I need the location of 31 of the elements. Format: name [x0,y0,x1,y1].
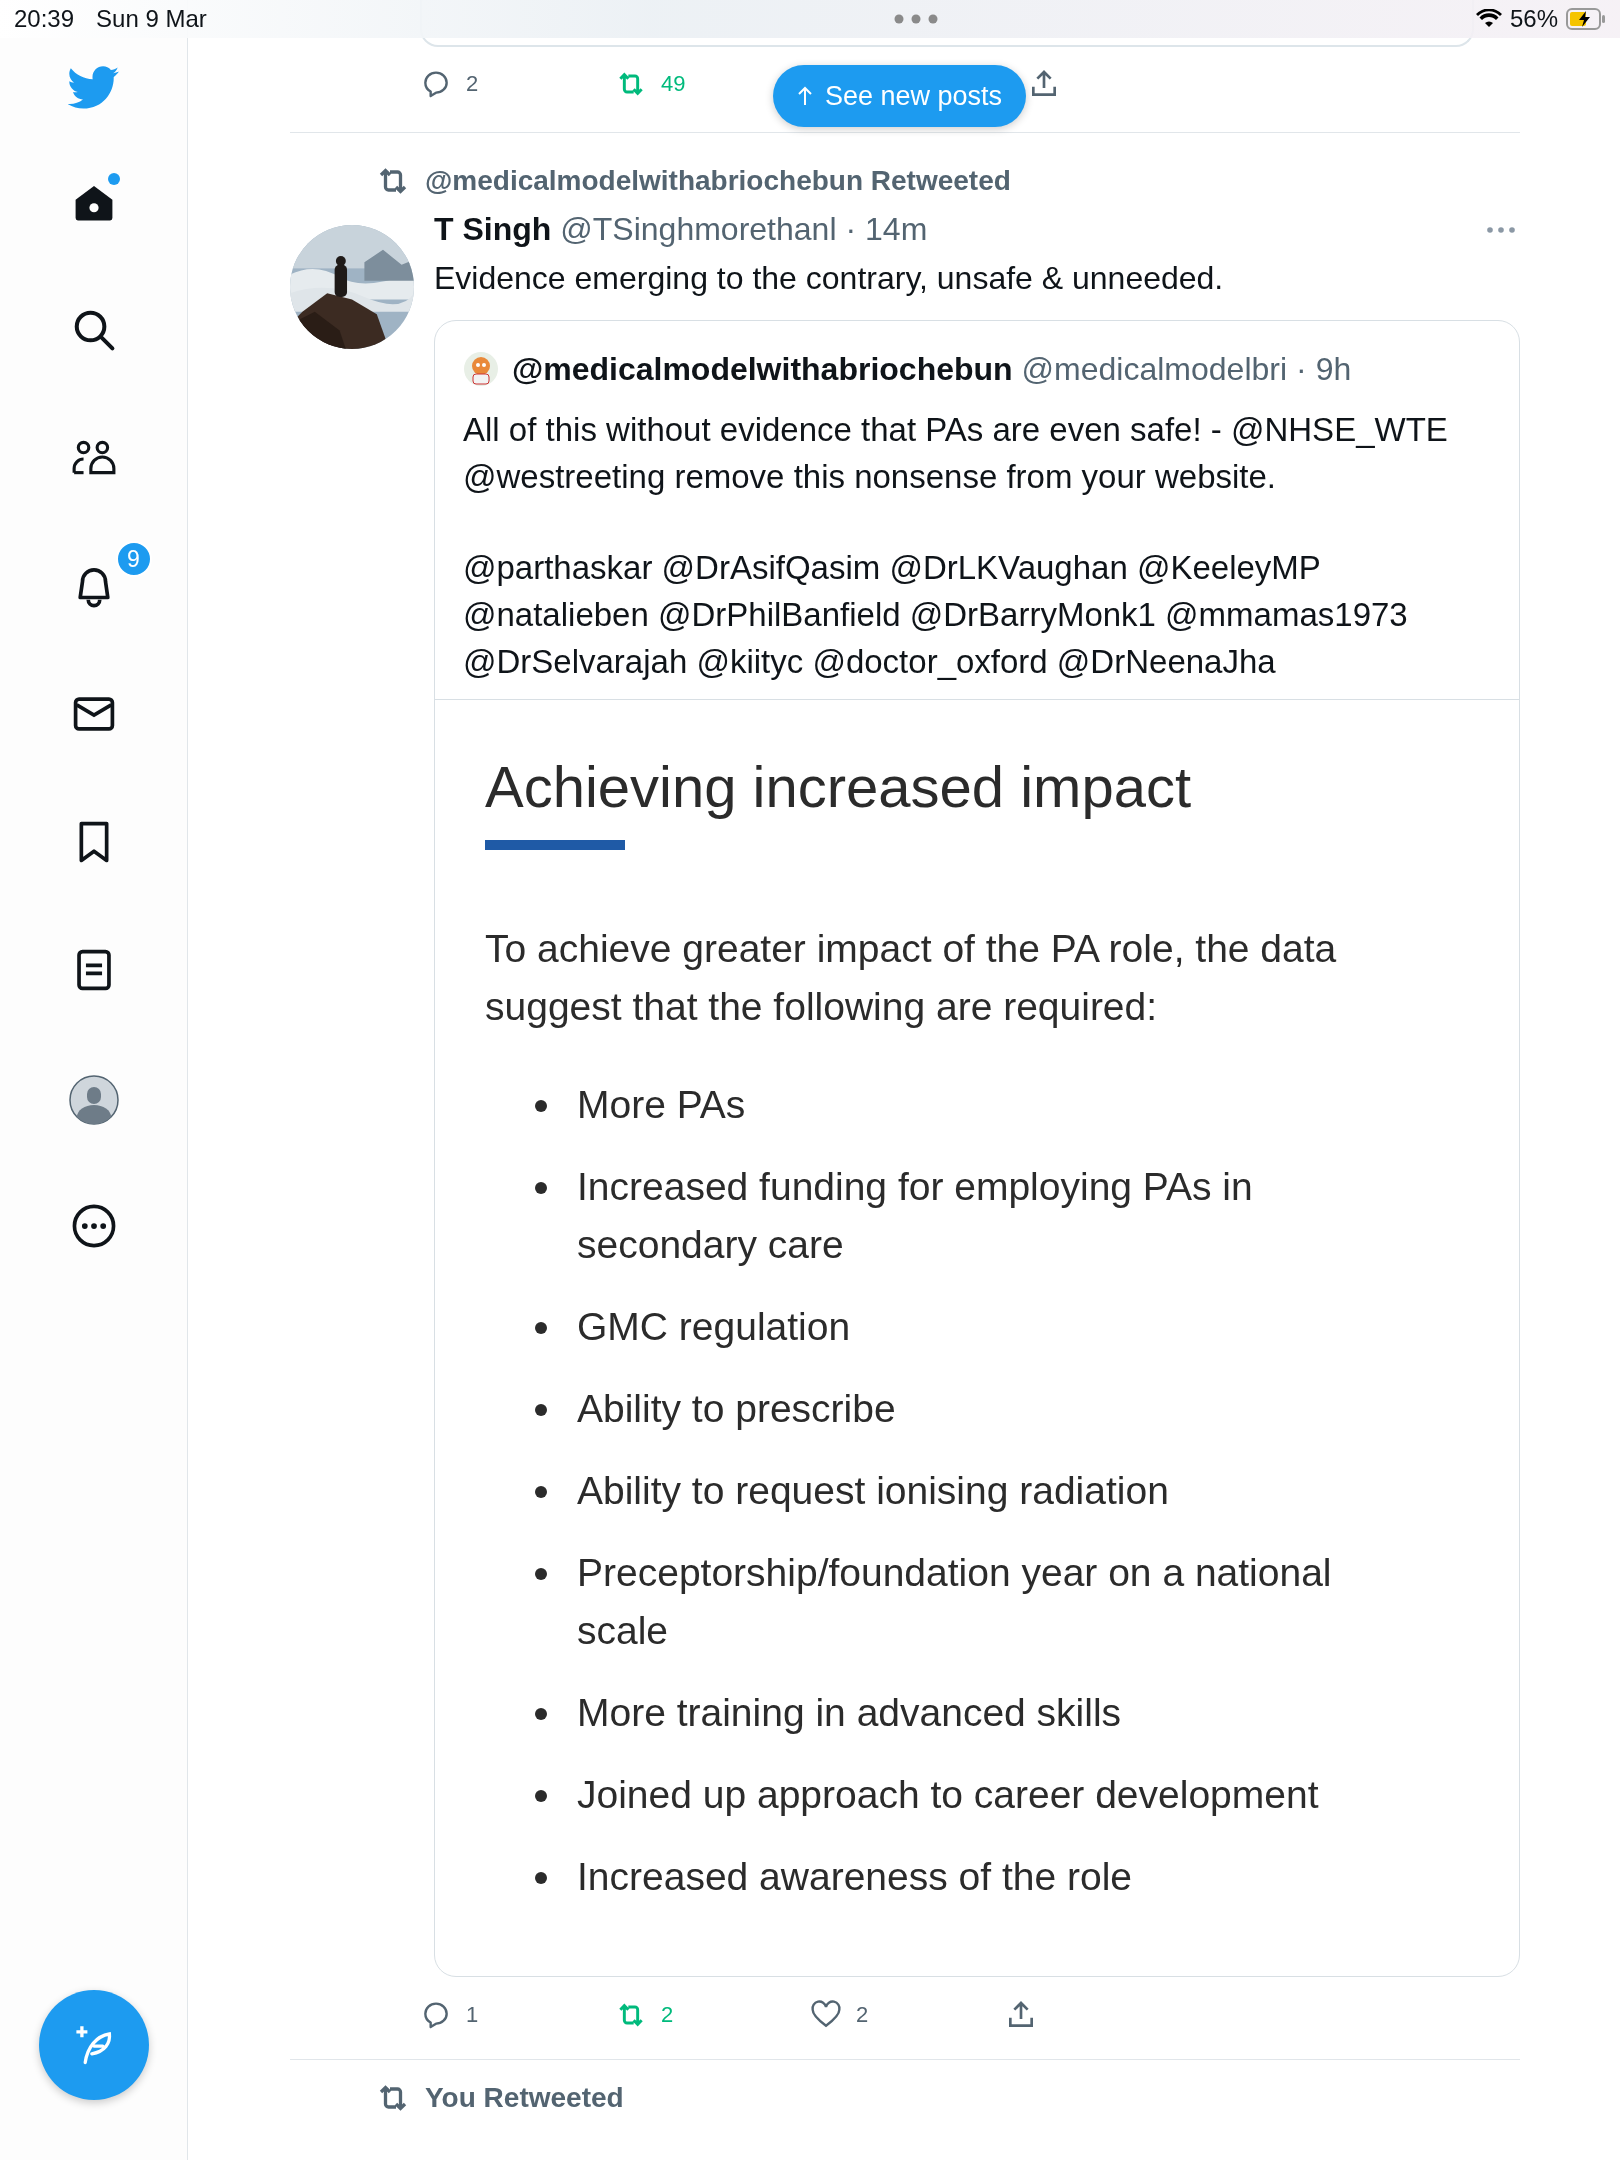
status-date: Sun 9 Mar [96,5,207,33]
quoted-tweet-time[interactable]: · 9h [1296,350,1352,388]
retweeted-by-label[interactable]: @medicalmodelwithabriochebun Retweeted [425,165,1011,197]
status-time: 20:39 [14,5,75,33]
reply-count: 2 [466,71,479,97]
bullet-text: Ability to request ionising radiation [577,1467,1170,1514]
author-name[interactable]: T Singh [434,211,552,248]
like-count: 2 [856,2001,869,2028]
tweet-time[interactable]: · 14m [845,211,928,248]
bullet-text: Preceptorship/foundation year on a national scale [577,1549,1333,1654]
bullet-text: GMC regulation [577,1303,852,1350]
retweet-count: 2 [661,2001,674,2028]
battery-percentage: 56% [1509,5,1558,33]
bullet-text: Increased awareness of the role [577,1853,1133,1900]
bullet-text: Joined up approach to career development [577,1771,1320,1818]
bullet-text: More training in advanced skills [577,1689,1123,1736]
retweeted-by-label[interactable]: You Retweeted [425,2081,624,2114]
document-title: Achieving increased impact [485,752,1193,821]
quoted-tweet-text: All of this without evidence that PAs are even safe! - @NHSE_WTE @westreeting remove this nonsense from your website. [463,409,1449,497]
quoted-author-name[interactable]: @medicalmodelwithabriochebun [512,350,1013,388]
author-handle[interactable]: @TSinghmorethanl [560,211,837,248]
quoted-tweet-text: @parthaskar @DrAsifQasim @DrLKVaughan @KeeleyMP @natalieben @DrPhilBanfield @DrBarryMonk1 @mmamas1973 @DrSelvarajah @kiityc @doctor_oxford @DrNeenaJha [463,547,1409,682]
bullet-text: More PAs [577,1081,747,1128]
bullet-text: Increased funding for employing PAs in secondary care [577,1163,1254,1268]
reply-count: 1 [466,2001,479,2028]
tweet-text: Evidence emerging to the contrary, unsafe & unneeded. [434,259,1225,298]
quoted-author-handle[interactable]: @medicalmodelbri [1021,350,1288,388]
retweet-count: 49 [661,71,686,97]
document-paragraph: To achieve greater impact of the PA role, the data suggest that the following are required: [485,925,1338,1030]
bullet-text: Ability to prescribe [577,1385,897,1432]
notification-badge: 9 [115,541,152,577]
